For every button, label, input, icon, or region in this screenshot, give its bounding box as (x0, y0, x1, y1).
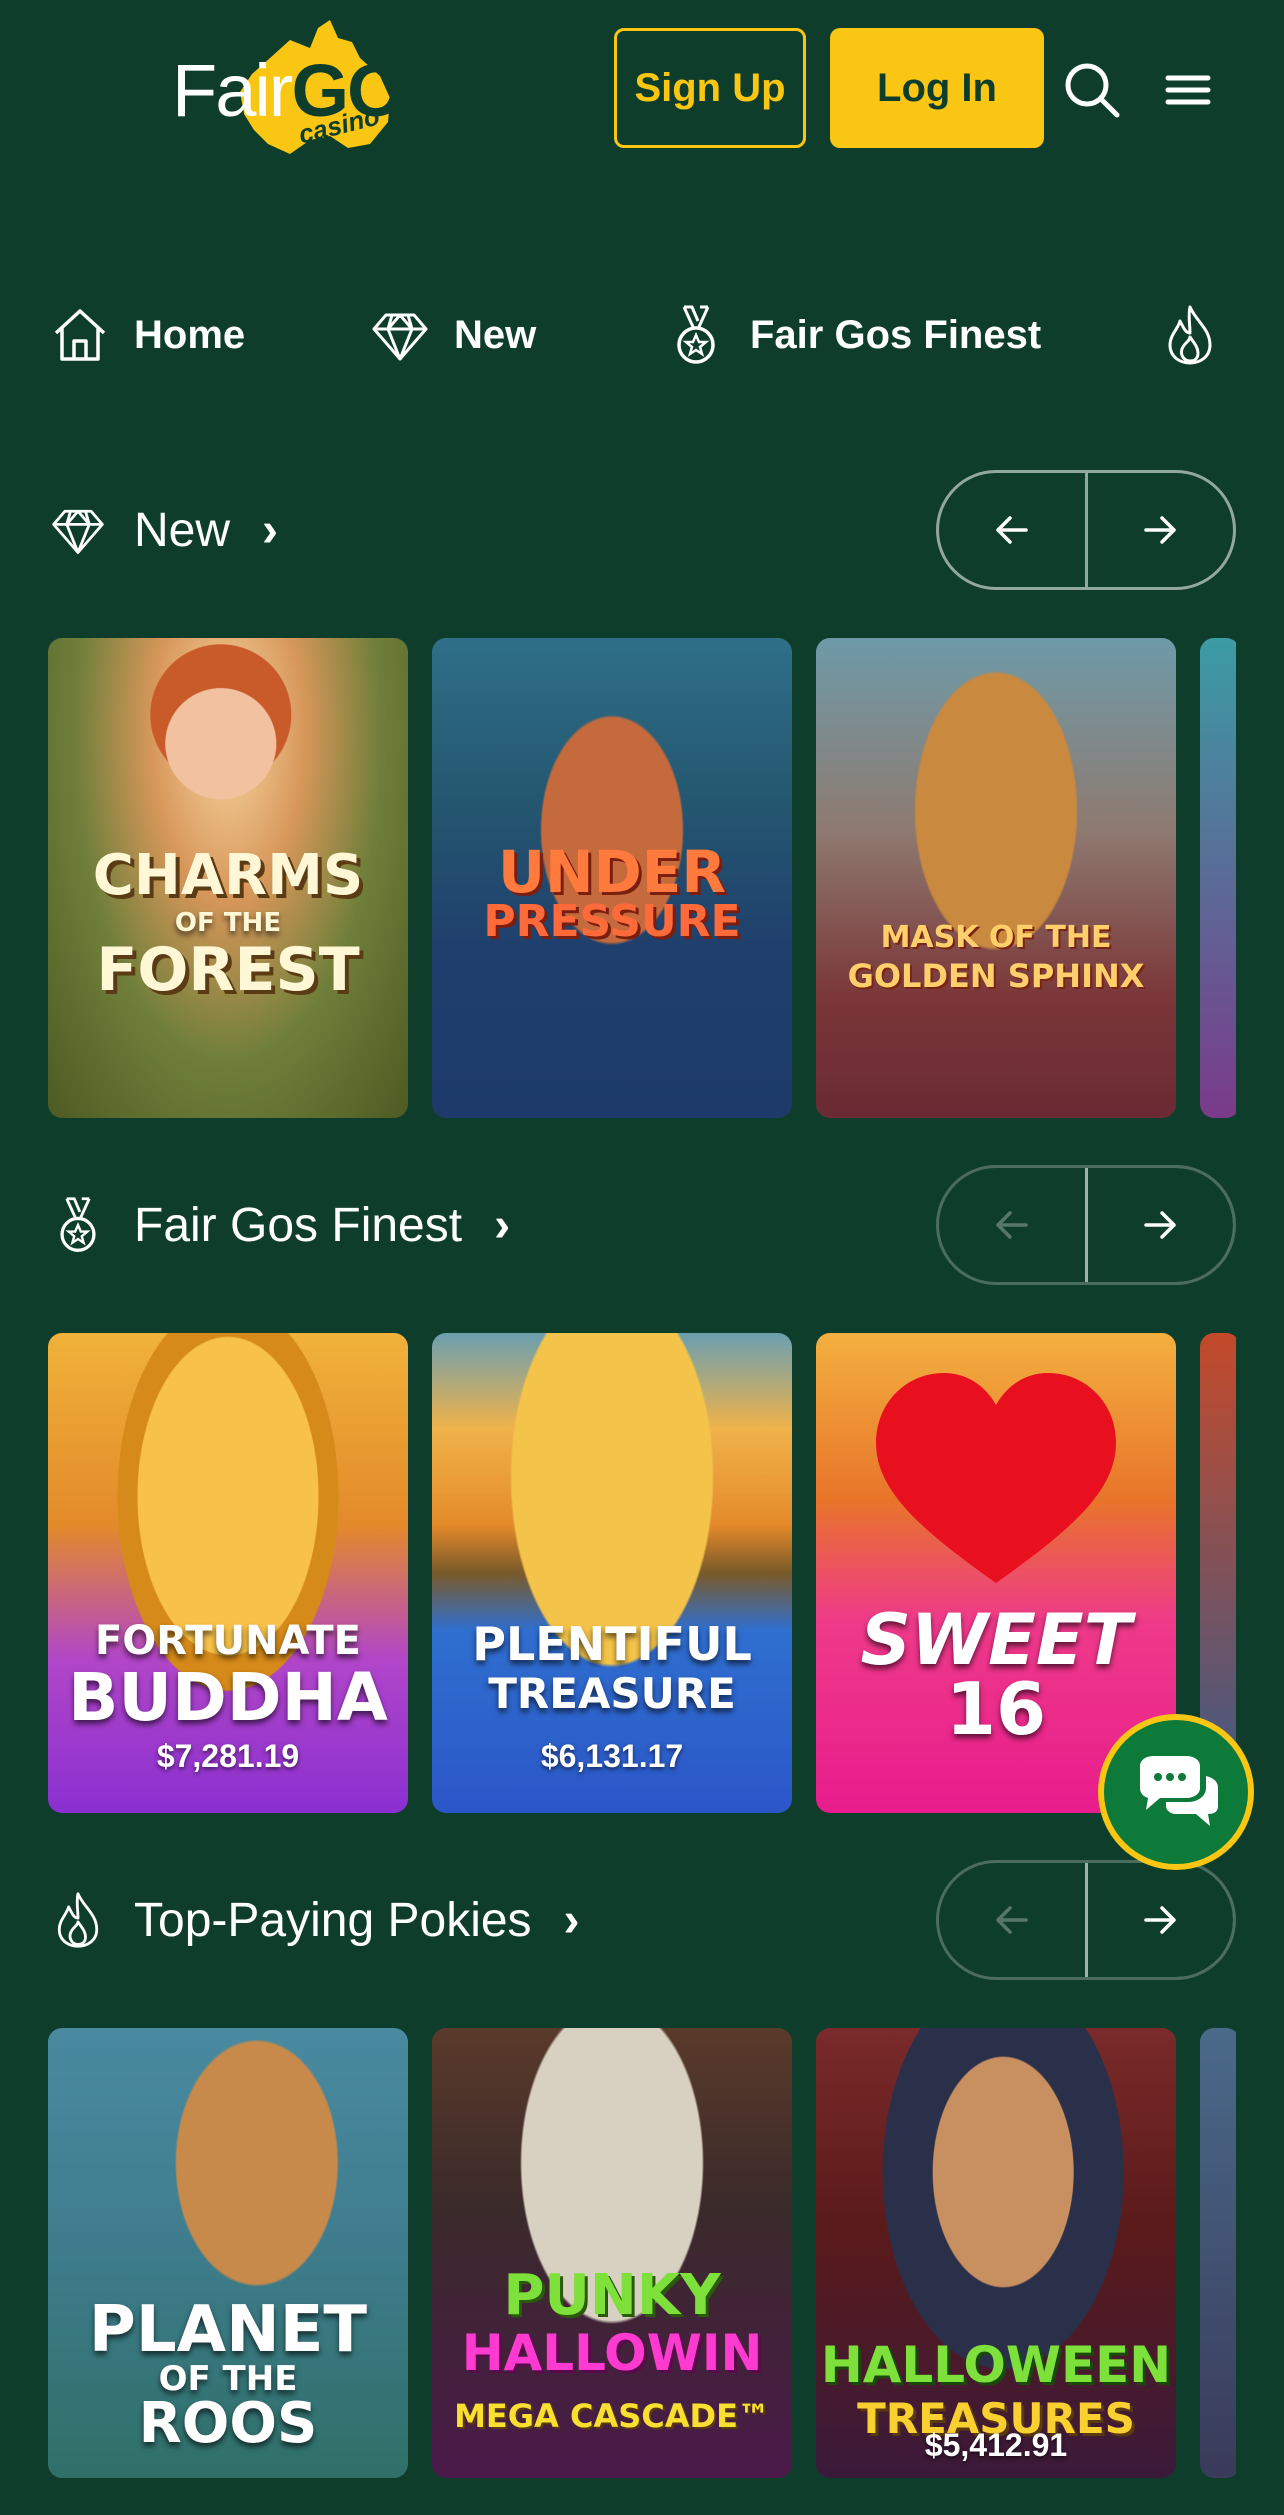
game-title-line: ROOS (138, 2391, 318, 2456)
sign-up-button[interactable]: Sign Up (614, 28, 806, 148)
fair-go-casino-logo[interactable]: FairGO casino (172, 18, 412, 163)
carousel-next-button[interactable] (1084, 1863, 1233, 1977)
chevron-right-icon: › (494, 1198, 511, 1252)
game-title-line: UNDER (497, 838, 727, 906)
carousel-next-button[interactable] (1084, 1168, 1233, 1282)
game-carousel: FORTUNATE BUDDHA $7,281.19 PLENTIFUL TRE… (48, 1333, 1236, 1813)
jackpot-amount: $6,131.17 (540, 1738, 684, 1774)
section-title-fair-gos-finest[interactable]: Fair Gos Finest › (48, 1165, 510, 1285)
section-title-new[interactable]: New › (48, 470, 278, 590)
game-tile-partial[interactable] (1200, 2028, 1236, 2478)
game-tile-planet-of-the-roos[interactable]: PLANET OF THE ROOS (48, 2028, 408, 2478)
game-title-line: PUNKY (503, 2263, 721, 2328)
game-title-line: PRESSURE (483, 896, 741, 947)
game-tile-mask-of-the-golden-sphinx[interactable]: MASK OF THE GOLDEN SPHINX (816, 638, 1176, 1118)
nav-item-new[interactable]: New (368, 290, 536, 380)
logo-fair-text: Fair (172, 49, 293, 132)
arrow-right-icon (1144, 1211, 1176, 1239)
carousel-prev-button[interactable] (939, 473, 1085, 587)
arrow-right-icon (1144, 516, 1176, 544)
category-nav: Home New Fair Gos Finest (0, 290, 1284, 380)
jackpot-amount: $5,412.91 (924, 2427, 1068, 2463)
section-title-label: Top-Paying Pokies (134, 1893, 532, 1947)
chat-bubbles-icon (1140, 1756, 1218, 1826)
home-icon (54, 309, 106, 361)
sphinx-art (816, 638, 1176, 1118)
section-new: New › CHARMS OF THE FOREST UNDER PRESSUR… (0, 470, 1284, 1120)
header: FairGO casino Sign Up Log In (0, 0, 1284, 180)
section-fair-gos-finest: Fair Gos Finest › FORTUNATE BUDDHA $7,28… (0, 1165, 1284, 1815)
diamond-icon (372, 313, 428, 361)
game-title-line: GOLDEN SPHINX (847, 957, 1145, 995)
medal-icon (677, 305, 715, 364)
section-top-paying-pokies: Top-Paying Pokies › PLANET OF THE ROOS P… (0, 1860, 1284, 2480)
nav-item-label: Fair Gos Finest (750, 312, 1042, 357)
game-carousel: PLANET OF THE ROOS PUNKY HALLOWIN MEGA C… (48, 2028, 1236, 2478)
arrow-left-icon (996, 516, 1028, 544)
flame-icon (57, 1892, 99, 1948)
section-title-label: New (134, 503, 231, 557)
game-tile-charms-of-the-forest[interactable]: CHARMS OF THE FOREST (48, 638, 408, 1118)
game-tile-fortunate-buddha[interactable]: FORTUNATE BUDDHA $7,281.19 (48, 1333, 408, 1813)
carousel-arrows (936, 470, 1236, 590)
game-title-line: SWEET (860, 1599, 1132, 1681)
nav-item-home[interactable]: Home (48, 290, 245, 380)
carousel-prev-button[interactable] (939, 1168, 1085, 1282)
live-chat-button[interactable] (1098, 1714, 1254, 1870)
game-title-line: MASK OF THE (880, 920, 1112, 955)
carousel-prev-button[interactable] (939, 1863, 1085, 1977)
nav-item-top-paying[interactable] (1158, 290, 1244, 380)
carousel-arrows (936, 1165, 1236, 1285)
game-title-line: HALLOWEEN (820, 2336, 1172, 2394)
game-title-line: FOREST (96, 935, 360, 1005)
game-title-line: OF THE (174, 908, 282, 938)
game-tile-partial[interactable] (1200, 638, 1236, 1118)
carousel-next-button[interactable] (1084, 473, 1234, 587)
nav-item-label: New (454, 312, 537, 357)
game-title-line: CHARMS (92, 843, 364, 908)
hamburger-menu-icon[interactable] (1158, 60, 1218, 120)
arrow-left-icon (996, 1211, 1028, 1239)
game-title-line: FORTUNATE (94, 1618, 362, 1664)
game-tile-plentiful-treasure[interactable]: PLENTIFUL TREASURE $6,131.17 (432, 1333, 792, 1813)
game-title-line: PLANET (88, 2293, 368, 2367)
section-title-label: Fair Gos Finest (134, 1198, 463, 1252)
nav-item-fair-gos-finest[interactable]: Fair Gos Finest (664, 290, 1041, 380)
nav-item-label: Home (134, 312, 246, 357)
chevron-right-icon: › (262, 503, 279, 557)
arrow-right-icon (1144, 1906, 1176, 1934)
section-title-top-paying-pokies[interactable]: Top-Paying Pokies › (48, 1860, 580, 1980)
chevron-right-icon: › (563, 1893, 580, 1947)
medal-icon (60, 1197, 96, 1252)
diamond-icon (52, 509, 104, 554)
jackpot-amount: $7,281.19 (156, 1738, 300, 1774)
search-icon[interactable] (1062, 60, 1122, 120)
game-title-line: HALLOWIN (461, 2324, 763, 2382)
log-in-button[interactable]: Log In (830, 28, 1044, 148)
game-title-line: PLENTIFUL (472, 1617, 752, 1671)
game-carousel: CHARMS OF THE FOREST UNDER PRESSURE MASK… (48, 638, 1236, 1118)
game-title-line: MEGA CASCADE™ (454, 2397, 770, 2435)
carousel-arrows (936, 1860, 1236, 1980)
flame-icon (1168, 305, 1212, 365)
game-tile-punky-hallowin[interactable]: PUNKY HALLOWIN MEGA CASCADE™ (432, 2028, 792, 2478)
game-title-line: BUDDHA (68, 1659, 388, 1736)
game-tile-under-pressure[interactable]: UNDER PRESSURE (432, 638, 792, 1118)
game-title-line: TREASURE (488, 1669, 736, 1718)
game-tile-halloween-treasures[interactable]: HALLOWEEN TREASURES $5,412.91 (816, 2028, 1176, 2478)
arrow-left-icon (996, 1906, 1028, 1934)
